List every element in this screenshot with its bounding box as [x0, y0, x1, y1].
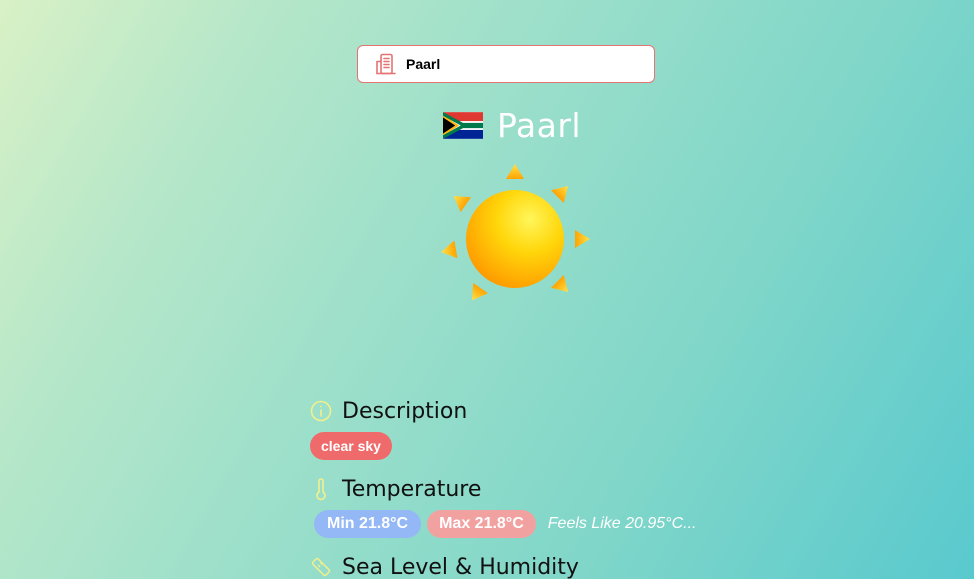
search-input[interactable]	[406, 56, 626, 72]
description-badge: clear sky	[310, 432, 392, 460]
description-title: Description	[342, 398, 468, 424]
description-section: Description clear sky	[310, 396, 467, 460]
feels-like-text: Feels Like 20.95°C...	[547, 515, 697, 532]
temperature-section: Temperature Min 21.8°C Max 21.8°C Feels …	[310, 474, 696, 538]
info-icon	[310, 400, 332, 422]
city-name: Paarl	[497, 105, 582, 145]
sea-level-section: Sea Level & Humidity	[310, 552, 579, 579]
thermometer-icon	[310, 478, 332, 501]
city-header: Paarl	[443, 104, 581, 146]
building-icon	[374, 52, 398, 76]
temperature-title: Temperature	[342, 476, 482, 502]
max-temp-badge: Max 21.8°C	[427, 510, 536, 538]
search-box[interactable]	[357, 45, 655, 83]
south-africa-flag-icon	[443, 111, 483, 139]
sun-icon	[441, 164, 590, 301]
sea-level-title: Sea Level & Humidity	[342, 554, 579, 579]
ruler-icon	[310, 556, 332, 578]
min-temp-badge: Min 21.8°C	[314, 510, 422, 538]
